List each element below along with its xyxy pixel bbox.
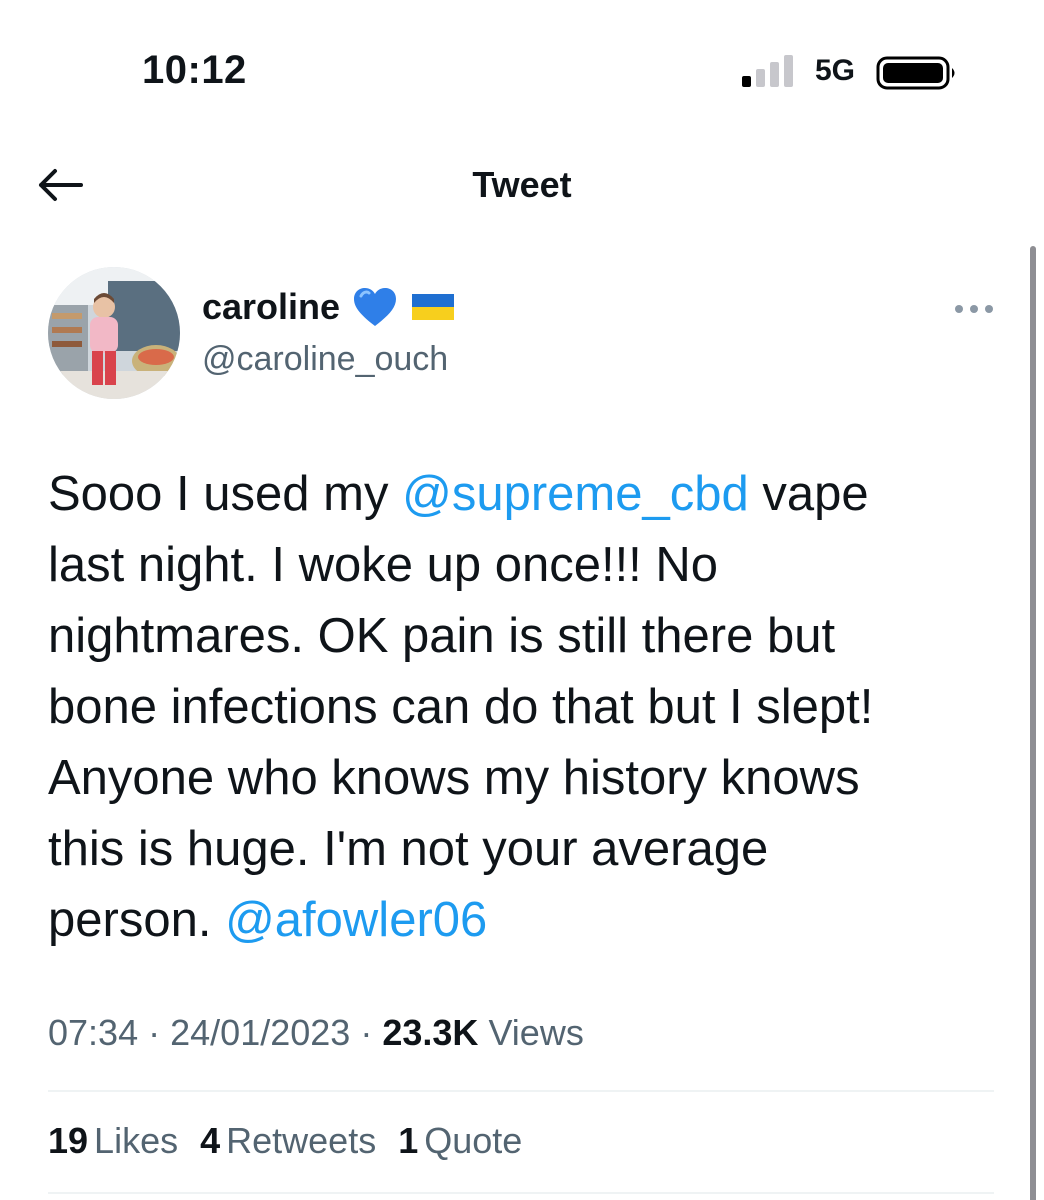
tweet-text-line: this is huge. I'm not your average	[48, 814, 1008, 885]
author-name-row: caroline	[202, 286, 456, 328]
quotes-stat[interactable]: 1 Quote	[398, 1120, 522, 1162]
tweet-text-line: nightmares. OK pain is still there but	[48, 601, 1008, 672]
tweet-text-line: last night. I woke up once!!! No	[48, 530, 1008, 601]
tweet-text-segment: last night. I woke up once!!! No	[48, 538, 719, 592]
battery-icon	[876, 56, 955, 90]
signal-strength-icon	[742, 55, 793, 87]
author-handle[interactable]: @caroline_ouch	[202, 340, 448, 379]
mention-link[interactable]: @supreme_cbd	[402, 467, 749, 521]
tweet-text-segment: nightmares. OK pain is still there but	[48, 609, 836, 663]
tweet-text-segment: Sooo I used my	[48, 467, 403, 521]
tweet-text-segment: Anyone who knows my history knows	[48, 751, 860, 805]
views-count[interactable]: 23.3K	[382, 1012, 478, 1053]
tweet-meta: 07:34 · 24/01/2023 · 23.3K Views	[48, 1012, 584, 1054]
divider	[48, 1192, 994, 1194]
top-nav: Tweet	[0, 140, 1044, 240]
author-name[interactable]: caroline	[202, 286, 340, 328]
more-dots-icon	[955, 305, 993, 313]
ukraine-flag-icon	[412, 294, 455, 320]
more-options-button[interactable]	[952, 294, 996, 324]
page-title: Tweet	[472, 164, 572, 205]
scrollbar[interactable]	[1030, 246, 1036, 1200]
retweets-label: Retweets	[226, 1120, 377, 1161]
views-label[interactable]: Views	[488, 1012, 583, 1053]
status-bar: 10:12 5G	[0, 0, 1044, 140]
mention-link[interactable]: @afowler06	[225, 893, 487, 947]
likes-stat[interactable]: 19 Likes	[48, 1120, 178, 1162]
tweet-text-segment: this is huge. I'm not your average	[48, 822, 769, 876]
blue-heart-icon	[354, 288, 397, 326]
tweet-text-segment: vape	[748, 467, 869, 521]
meta-separator: ·	[360, 1012, 373, 1053]
likes-label: Likes	[94, 1120, 179, 1161]
retweets-count: 4	[200, 1120, 221, 1161]
status-time: 10:12	[142, 48, 247, 92]
tweet-text-line: Anyone who knows my history knows	[48, 743, 1008, 814]
tweet-text-line: Sooo I used my @supreme_cbd vape	[48, 459, 1008, 530]
tweet-date: 24/01/2023	[170, 1012, 351, 1053]
network-type: 5G	[815, 54, 856, 87]
tweet-time: 07:34	[48, 1012, 139, 1053]
meta-separator: ·	[148, 1012, 161, 1053]
tweet-text-segment: person.	[48, 893, 226, 947]
avatar[interactable]	[48, 267, 180, 399]
tweet-text: Sooo I used my @supreme_cbd vape last nig…	[48, 459, 1008, 956]
retweets-stat[interactable]: 4 Retweets	[200, 1120, 376, 1162]
likes-count: 19	[48, 1120, 89, 1161]
quotes-count: 1	[398, 1120, 419, 1161]
engagement-stats: 19 Likes 4 Retweets 1 Quote	[48, 1120, 522, 1162]
tweet-text-line: person. @afowler06	[48, 885, 1008, 956]
avatar-photo	[48, 267, 180, 399]
divider	[48, 1090, 994, 1092]
quotes-label: Quote	[424, 1120, 523, 1161]
tweet-text-line: bone infections can do that but I slept!	[48, 672, 1008, 743]
tweet-text-segment: bone infections can do that but I slept!	[48, 680, 874, 734]
